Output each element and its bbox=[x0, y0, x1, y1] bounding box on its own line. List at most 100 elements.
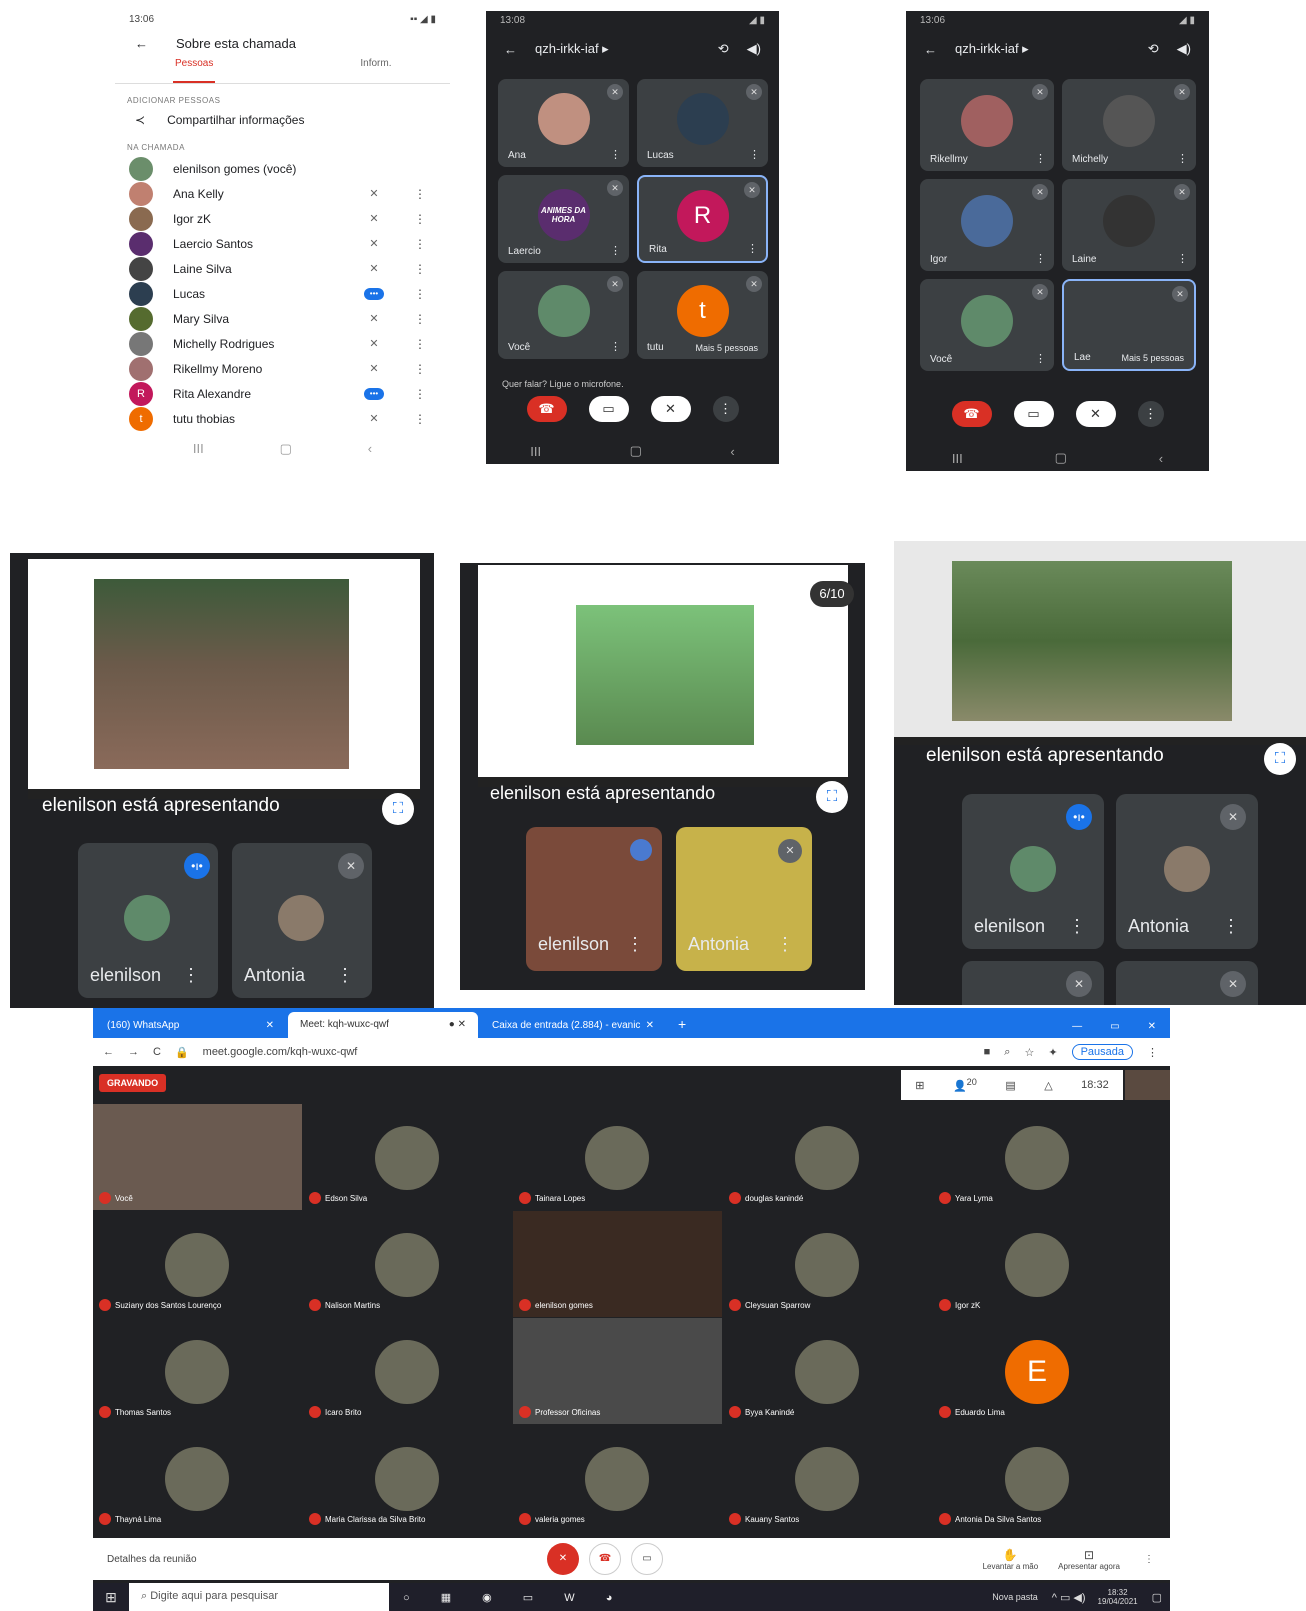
more-options-icon[interactable]: ⋮ bbox=[414, 362, 434, 376]
minimize-icon[interactable]: — bbox=[1058, 1015, 1096, 1038]
participant-tile[interactable]: ✕ t tutu Mais 5 pessoas bbox=[637, 271, 768, 359]
participant-tile[interactable]: ✕ ANIMES DA HORA Laercio ⋮ bbox=[498, 175, 629, 263]
person-row[interactable]: Michelly Rodrigues ✕ ⋮ bbox=[115, 331, 450, 356]
more-options-icon[interactable]: ⋮ bbox=[182, 965, 200, 986]
close-window-icon[interactable]: ✕ bbox=[1134, 1015, 1170, 1038]
camera-toggle-button[interactable]: ▭ bbox=[588, 396, 629, 422]
switch-camera-icon[interactable]: ⟲ bbox=[718, 41, 729, 57]
tab-meet[interactable]: Meet: kqh-wuxc-qwf ● ✕ bbox=[288, 1012, 478, 1038]
person-row[interactable]: Laine Silva ✕ ⋮ bbox=[115, 256, 450, 281]
participant-tile[interactable]: ✕ Rikellmy ⋮ bbox=[920, 79, 1054, 171]
more-options-button[interactable]: ⋮ bbox=[712, 396, 739, 422]
meet-participant-tile[interactable]: Maria Clarissa da Silva Brito bbox=[303, 1425, 512, 1531]
fullscreen-icon[interactable]: ⛶ bbox=[382, 793, 414, 825]
meet-participant-tile[interactable]: Cleysuan Sparrow bbox=[723, 1211, 932, 1317]
meet-participant-tile[interactable]: Kauany Santos bbox=[723, 1425, 932, 1531]
person-row[interactable]: Laercio Santos ✕ ⋮ bbox=[115, 231, 450, 256]
new-tab-icon[interactable]: + bbox=[668, 1010, 696, 1038]
more-options-icon[interactable]: ⋮ bbox=[610, 148, 621, 161]
end-call-button[interactable]: ☎ bbox=[951, 401, 992, 427]
more-options-icon[interactable]: ⋮ bbox=[414, 312, 434, 326]
tab-info[interactable]: Inform. bbox=[360, 58, 391, 83]
grid-icon[interactable]: ⊞ bbox=[915, 1079, 924, 1092]
meet-participant-tile[interactable]: E Eduardo Lima bbox=[933, 1318, 1142, 1424]
meet-participant-tile[interactable]: douglas kanindé bbox=[723, 1104, 932, 1210]
more-options-icon[interactable]: ⋮ bbox=[1177, 252, 1188, 265]
participant-tile[interactable]: ✕ Você ⋮ bbox=[498, 271, 629, 359]
camera-icon[interactable]: ■ bbox=[984, 1046, 991, 1058]
back-icon[interactable]: ← bbox=[103, 1046, 114, 1058]
close-icon[interactable]: ✕ bbox=[646, 1020, 654, 1032]
more-options-icon[interactable]: ⋮ bbox=[1035, 352, 1046, 365]
meet-participant-tile[interactable]: Icaro Brito bbox=[303, 1318, 512, 1424]
back-arrow-icon[interactable]: ← bbox=[135, 36, 148, 51]
present-now-button[interactable]: ⊡ Apresentar agora bbox=[1058, 1548, 1120, 1571]
person-row[interactable]: R Rita Alexandre ••• ⋮ bbox=[115, 381, 450, 406]
more-options-icon[interactable]: ⋮ bbox=[414, 262, 434, 276]
home-icon[interactable]: ▢ bbox=[280, 441, 292, 457]
more-options-icon[interactable]: ⋮ bbox=[414, 287, 434, 301]
raise-hand-button[interactable]: ✋ Levantar a mão bbox=[983, 1548, 1039, 1571]
more-options-icon[interactable]: ⋮ bbox=[626, 934, 644, 955]
chat-icon[interactable]: ▤ bbox=[1005, 1079, 1015, 1092]
meet-participant-tile[interactable]: Antonia Da Silva Santos bbox=[933, 1425, 1142, 1531]
zoom-icon[interactable]: ⌕ bbox=[1004, 1046, 1010, 1059]
forward-icon[interactable]: → bbox=[128, 1046, 139, 1058]
more-options-icon[interactable]: ⋮ bbox=[414, 187, 434, 201]
more-options-icon[interactable]: ⋮ bbox=[776, 934, 794, 955]
more-options-icon[interactable]: ⋮ bbox=[1177, 152, 1188, 165]
participant-tile[interactable]: ✕ Você ⋮ bbox=[920, 279, 1054, 371]
folder-label[interactable]: Nova pasta bbox=[992, 1592, 1038, 1602]
paused-profile-button[interactable]: Pausada bbox=[1071, 1044, 1133, 1060]
notifications-icon[interactable]: ▢ bbox=[1152, 1591, 1162, 1604]
more-options-icon[interactable]: ⋮ bbox=[1035, 252, 1046, 265]
participant-tile[interactable]: ✕ Michelly ⋮ bbox=[1062, 79, 1196, 171]
star-icon[interactable]: ☆ bbox=[1024, 1046, 1034, 1059]
menu-icon[interactable]: ⋮ bbox=[1147, 1046, 1158, 1059]
fullscreen-icon[interactable]: ⛶ bbox=[816, 781, 848, 813]
speaker-icon[interactable]: ◀) bbox=[1177, 41, 1191, 57]
meet-participant-tile[interactable]: Tainara Lopes bbox=[513, 1104, 722, 1210]
participant-tile[interactable]: ✕ Laine ⋮ bbox=[1062, 179, 1196, 271]
taskbar-search[interactable]: ⌕ Digite aqui para pesquisar bbox=[129, 1583, 389, 1611]
meeting-code[interactable]: qzh-irkk-iaf ▸ bbox=[535, 41, 609, 57]
meet-participant-tile[interactable]: Igor zK bbox=[933, 1211, 1142, 1317]
person-row[interactable]: Igor zK ✕ ⋮ bbox=[115, 206, 450, 231]
more-options-icon[interactable]: ⋮ bbox=[336, 965, 354, 986]
meeting-details-button[interactable]: Detalhes da reunião bbox=[107, 1554, 547, 1565]
speaker-icon[interactable]: ◀) bbox=[747, 41, 761, 57]
camera-off-button[interactable]: ▭ bbox=[631, 1543, 663, 1575]
switch-camera-icon[interactable]: ⟲ bbox=[1148, 41, 1159, 57]
more-people-label[interactable]: Mais 5 pessoas bbox=[1117, 351, 1188, 365]
meeting-code[interactable]: qzh-irkk-iaf ▸ bbox=[955, 41, 1029, 57]
back-arrow-icon[interactable]: ← bbox=[924, 42, 937, 57]
meet-participant-tile[interactable]: Professor Oficinas bbox=[513, 1318, 722, 1424]
participant-tile[interactable]: ✕ Lae Mais 5 pessoas bbox=[1062, 279, 1196, 371]
mic-toggle-button[interactable]: ✕ bbox=[1075, 401, 1116, 427]
more-options-icon[interactable]: ⋮ bbox=[414, 412, 434, 426]
share-info-link[interactable]: Compartilhar informações bbox=[167, 113, 304, 127]
more-options-icon[interactable]: ⋮ bbox=[747, 242, 758, 255]
meet-participant-tile[interactable]: valeria gomes bbox=[513, 1425, 722, 1531]
more-options-icon[interactable]: ⋮ bbox=[1035, 152, 1046, 165]
meet-participant-tile[interactable]: Edson Silva bbox=[303, 1104, 512, 1210]
mic-off-button[interactable]: ✕ bbox=[547, 1543, 579, 1575]
participant-tile[interactable]: ✕ Lucas ⋮ bbox=[637, 79, 768, 167]
nav-back-icon[interactable]: ‹ bbox=[368, 441, 372, 457]
person-row[interactable]: t tutu thobias ✕ ⋮ bbox=[115, 406, 450, 431]
nav-back-icon[interactable]: ‹ bbox=[1159, 451, 1163, 466]
reload-icon[interactable]: C bbox=[153, 1046, 161, 1058]
meet-participant-tile[interactable]: elenilson gomes bbox=[513, 1211, 722, 1317]
person-row[interactable]: Rikellmy Moreno ✕ ⋮ bbox=[115, 356, 450, 381]
more-options-button[interactable]: ⋮ bbox=[1137, 401, 1164, 427]
more-options-icon[interactable]: ⋮ bbox=[1068, 916, 1086, 937]
nav-back-icon[interactable]: ‹ bbox=[730, 444, 734, 459]
person-row[interactable]: Mary Silva ✕ ⋮ bbox=[115, 306, 450, 331]
extensions-icon[interactable]: ✦ bbox=[1048, 1046, 1057, 1059]
meet-participant-tile[interactable]: Suziany dos Santos Lourenço bbox=[93, 1211, 302, 1317]
meet-participant-tile[interactable]: Thayná Lima bbox=[93, 1425, 302, 1531]
person-row[interactable]: elenilson gomes (você) bbox=[115, 156, 450, 181]
more-options-icon[interactable]: ⋮ bbox=[610, 244, 621, 257]
mic-toggle-button[interactable]: ✕ bbox=[650, 396, 691, 422]
back-arrow-icon[interactable]: ← bbox=[504, 42, 517, 57]
